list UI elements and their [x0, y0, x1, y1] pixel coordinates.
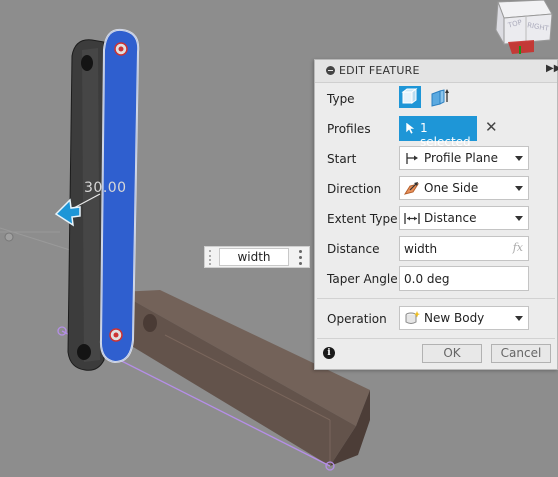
taper-angle-label: Taper Angle — [327, 272, 398, 286]
taper-angle-field[interactable]: 0.0 deg — [399, 266, 529, 291]
cancel-button[interactable]: Cancel — [491, 344, 551, 363]
start-label: Start — [327, 152, 357, 166]
chevron-down-icon — [515, 156, 523, 161]
dimension-label: 30.00 — [84, 180, 127, 196]
collapse-icon[interactable] — [326, 66, 335, 75]
info-icon[interactable]: i — [323, 347, 335, 359]
operation-value: New Body — [424, 311, 485, 325]
drag-grip-icon[interactable] — [209, 250, 219, 265]
dialog-header[interactable]: EDIT FEATURE ▶▶ — [315, 60, 558, 83]
viewcube[interactable]: TOP RIGHT — [490, 0, 558, 58]
distance-icon — [404, 211, 420, 226]
direction-value: One Side — [424, 181, 479, 195]
divider — [317, 298, 555, 299]
taper-angle-value: 0.0 deg — [404, 272, 450, 286]
profiles-label: Profiles — [327, 122, 371, 136]
divider — [317, 338, 555, 339]
profile-plane-icon — [404, 151, 420, 166]
one-side-icon — [403, 181, 420, 196]
floating-distance-field[interactable]: width — [219, 248, 289, 266]
cursor-arrow-icon — [405, 121, 417, 138]
extent-type-label: Extent Type — [327, 212, 398, 226]
profiles-selection-count: 1 selected — [420, 121, 471, 149]
expand-icon[interactable]: ▶▶ — [546, 63, 558, 74]
chevron-down-icon — [515, 186, 523, 191]
start-value: Profile Plane — [424, 151, 499, 165]
start-dropdown[interactable]: Profile Plane — [399, 146, 529, 170]
chevron-down-icon — [515, 316, 523, 321]
surface-type-button[interactable] — [429, 86, 451, 108]
ok-button[interactable]: OK — [422, 344, 482, 363]
surface-extrude-icon — [431, 89, 449, 107]
type-label: Type — [327, 92, 355, 106]
edit-feature-dialog: EDIT FEATURE ▶▶ Type Profiles 1 selected… — [314, 59, 558, 370]
new-body-icon — [404, 311, 420, 326]
distance-field[interactable]: width fx — [399, 236, 529, 261]
solid-type-button[interactable] — [399, 86, 421, 108]
floating-distance-input[interactable]: width — [204, 246, 310, 268]
direction-label: Direction — [327, 182, 382, 196]
operation-label: Operation — [327, 312, 387, 326]
extent-type-value: Distance — [424, 211, 477, 225]
operation-dropdown[interactable]: New Body — [399, 306, 529, 330]
chevron-down-icon — [515, 216, 523, 221]
solid-extrude-icon — [401, 88, 418, 104]
clear-selection-icon[interactable]: ✕ — [485, 120, 498, 135]
more-options-icon[interactable] — [299, 250, 303, 265]
distance-label: Distance — [327, 242, 380, 256]
direction-dropdown[interactable]: One Side — [399, 176, 529, 200]
distance-value: width — [404, 242, 438, 256]
dialog-title: EDIT FEATURE — [339, 64, 420, 77]
fx-icon[interactable]: fx — [513, 241, 523, 254]
extent-type-dropdown[interactable]: Distance — [399, 206, 529, 230]
profiles-selection-button[interactable]: 1 selected — [399, 116, 477, 149]
